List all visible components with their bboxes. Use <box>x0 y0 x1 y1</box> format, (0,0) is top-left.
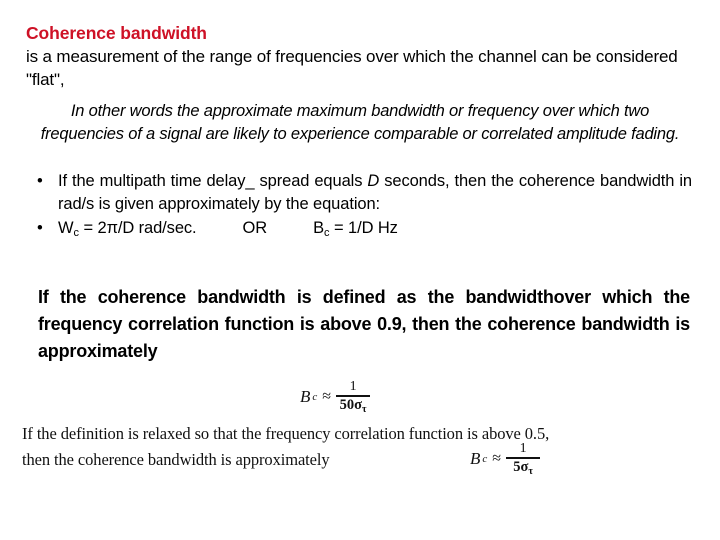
formula-bottom-denominator-base: 5σ <box>513 458 529 475</box>
approx-equal-icon: ≈ <box>322 388 332 406</box>
list-item: • If the multipath time delay_ spread eq… <box>30 170 692 216</box>
fraction-bottom: 1 5στ <box>506 441 541 477</box>
formula-top-denominator-base: 50σ <box>339 396 362 413</box>
equation-connector: OR <box>242 219 268 237</box>
italic-note: In other words the approximate maximum b… <box>40 102 680 143</box>
formula-top-denominator: 50στ <box>337 397 370 415</box>
scanned-excerpt: Bc ≈ 1 50στ If the definition is relaxed… <box>0 376 720 506</box>
formula-top-denominator-subscript: τ <box>361 403 367 415</box>
formula-bc-5-sigma: Bc ≈ 1 5στ <box>470 441 541 477</box>
wc-expression: = 2π/D rad/sec. <box>78 219 197 237</box>
scan-text-line-1: If the definition is relaxed so that the… <box>22 424 550 443</box>
scan-text-line-2: then the coherence bandwidth is approxim… <box>22 450 330 469</box>
formula-bc-50-sigma: Bc ≈ 1 50στ <box>300 379 371 415</box>
bullet-text-before-variable: If the multipath time delay_ spread equa… <box>58 172 368 190</box>
page-title: Coherence bandwidth <box>26 23 207 43</box>
equation-line: Wc = 2π/D rad/sec. OR Bc = 1/D Hz <box>58 217 692 245</box>
bullet-item-text: If the multipath time delay_ spread equa… <box>58 170 692 216</box>
variable-D: D <box>367 172 380 190</box>
formula-bottom-numerator: 1 <box>519 441 527 456</box>
fraction-top: 1 50στ <box>336 379 371 415</box>
slide-canvas: Coherence bandwidth is a measurement of … <box>0 0 720 540</box>
wc-symbol: W <box>58 219 74 237</box>
formula-bottom-denominator: 5στ <box>510 459 536 477</box>
bc-expression: = 1/D Hz <box>329 219 398 237</box>
bc-symbol: B <box>313 219 324 237</box>
formula-top-lhs: B <box>300 387 311 407</box>
formula-bottom-denominator-subscript: τ <box>528 465 533 477</box>
bullet-marker-icon: • <box>37 219 43 237</box>
intro-block: Coherence bandwidth is a measurement of … <box>26 22 694 91</box>
formula-bottom-lhs-subscript: c <box>482 453 488 466</box>
formula-top-numerator: 1 <box>349 379 357 394</box>
intro-paragraph: is a measurement of the range of frequen… <box>26 47 678 89</box>
bullet-list: • If the multipath time delay_ spread eq… <box>30 170 692 245</box>
formula-bottom-lhs: B <box>470 449 481 469</box>
formula-top-lhs-subscript: c <box>312 391 318 404</box>
approx-equal-icon: ≈ <box>492 450 502 468</box>
list-item: • Wc = 2π/D rad/sec. OR Bc = 1/D Hz <box>30 217 692 245</box>
bullet-marker-icon: • <box>37 172 43 190</box>
definition-paragraph: If the coherence bandwidth is defined as… <box>38 287 690 361</box>
